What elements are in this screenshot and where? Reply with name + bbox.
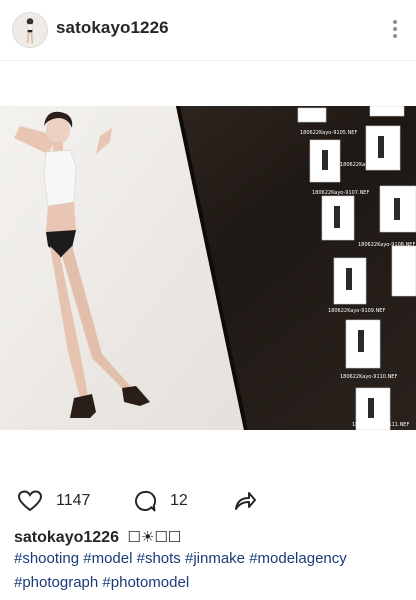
heart-icon [18,490,42,512]
caption-emoji: ☐☀☐☐ [127,529,182,546]
hashtag-link[interactable]: #photograph [14,574,98,591]
post-actions: 1147 12 [0,486,416,516]
hashtag-link[interactable]: #shots [137,550,181,567]
share-button[interactable] [234,486,256,516]
frame-label: 180622Kayo-9108.NEF [358,242,415,248]
frame-label: 180622Kayo-9107.NEF [312,190,369,196]
post-username[interactable]: satokayo1226 [56,18,169,38]
hashtag-link[interactable]: #photomodel [102,574,189,591]
photo-illustration: 180622Kayo-9105.NEF 180622Kayo-9106.NEF … [0,106,416,430]
profile-avatar-icon [13,13,47,47]
share-arrow-icon [235,492,256,510]
hashtags-line-1: #shooting #model #shots #jinmake #modela… [14,547,410,571]
comment-count: 12 [170,492,188,509]
hashtags-line-2: #photograph #photomodel [14,571,410,595]
avatar[interactable] [12,12,48,48]
hashtag-link[interactable]: #shooting [14,550,79,567]
post-caption: satokayo1226 ☐☀☐☐ #shooting #model #shot… [14,528,410,595]
post-header: satokayo1226 [0,0,416,60]
more-vertical-icon[interactable] [392,20,398,40]
hashtag-link[interactable]: #jinmake [185,550,245,567]
frame-label: 180622Kayo-9111.NEF [352,422,409,428]
like-button[interactable]: 1147 [18,486,90,516]
caption-username[interactable]: satokayo1226 [14,529,119,546]
hashtag-link[interactable]: #model [83,550,132,567]
like-count: 1147 [56,492,91,509]
post-photo[interactable]: 180622Kayo-9105.NEF 180622Kayo-9106.NEF … [0,106,416,430]
hashtag-link[interactable]: #modelagency [249,550,347,567]
frame-label: 180622Kayo-9110.NEF [340,374,397,380]
comment-icon [134,490,156,512]
comment-button[interactable]: 12 [134,486,188,516]
header-divider [0,60,416,61]
frame-label: 180622Kayo-9109.NEF [328,308,385,314]
frame-label: 180622Kayo-9106.NEF [340,162,397,168]
frame-label: 180622Kayo-9105.NEF [300,130,357,136]
